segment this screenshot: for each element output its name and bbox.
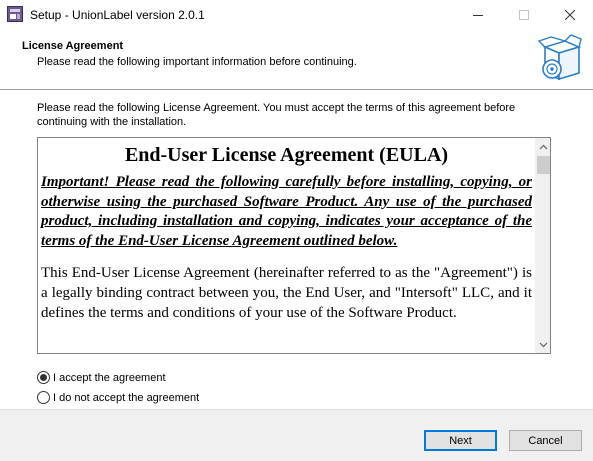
decline-option[interactable]: I do not accept the agreement [37,391,199,404]
wizard-body: Please read the following License Agreem… [0,91,593,409]
page-title: License Agreement [22,40,124,52]
cancel-button[interactable]: Cancel [509,430,582,451]
maximize-icon [519,10,529,20]
decline-label[interactable]: I do not accept the agreement [53,392,199,404]
decline-radio[interactable] [37,391,50,404]
scroll-up-button[interactable] [535,138,550,155]
chevron-down-icon [539,342,548,347]
eula-textbox[interactable]: End-User License Agreement (EULA) Import… [37,137,551,354]
minimize-icon [473,15,483,16]
accept-radio[interactable] [37,371,50,384]
eula-content: End-User License Agreement (EULA) Import… [38,138,535,353]
wizard-header: License Agreement Please read the follow… [0,30,593,89]
accept-label[interactable]: I accept the agreement [53,372,166,384]
page-subtitle: Please read the following important info… [37,56,357,68]
app-icon [7,6,23,22]
next-button[interactable]: Next [424,430,497,451]
eula-paragraph: This End-User License Agreement (hereina… [41,265,532,321]
maximize-button[interactable] [501,0,547,30]
eula-important-notice: Important! Please read the following car… [41,174,532,249]
wizard-footer: Next Cancel [0,409,593,461]
title-bar: Setup - UnionLabel version 2.0.1 [0,0,593,30]
minimize-button[interactable] [455,0,501,30]
setup-box-cd-icon [537,34,582,81]
accept-option[interactable]: I accept the agreement [37,371,166,384]
eula-heading: End-User License Agreement (EULA) [124,144,449,166]
close-icon [565,10,575,20]
close-button[interactable] [547,0,593,30]
scroll-thumb[interactable] [537,156,550,174]
eula-scrollbar[interactable] [535,138,550,353]
chevron-up-icon [539,144,548,149]
scroll-down-button[interactable] [535,336,550,353]
window-title: Setup - UnionLabel version 2.0.1 [30,8,205,22]
intro-text: Please read the following License Agreem… [37,102,516,128]
